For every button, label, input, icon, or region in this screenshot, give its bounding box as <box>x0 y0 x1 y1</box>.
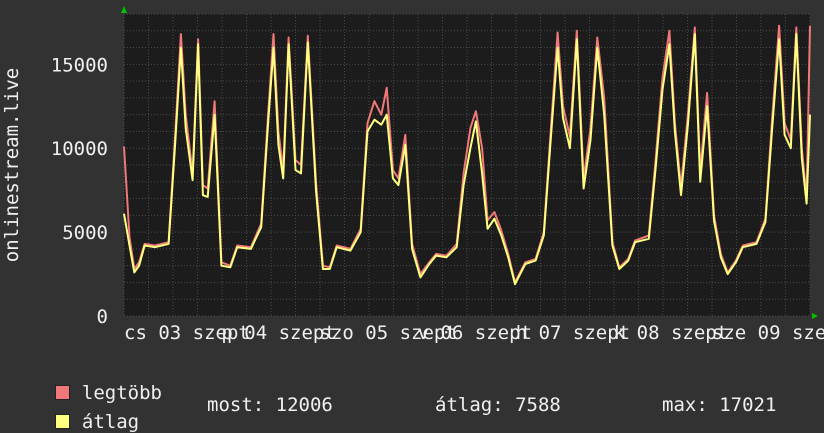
y-axis-label: onlinestream.live <box>1 68 23 262</box>
y-tick-label: 10000 <box>51 138 108 160</box>
x-axis-arrow-icon <box>812 313 818 319</box>
x-axis: cs 03 szeptp 04 szeptszo 05 szeptv 06 sz… <box>124 322 824 344</box>
y-tick-label: 0 <box>97 306 108 328</box>
chart: 0 5000 10000 15000 cs 03 szeptp 04 szeptszo… <box>1 6 824 344</box>
y-axis: 0 5000 10000 15000 <box>51 54 108 328</box>
legend-avg-swatch <box>54 414 70 429</box>
y-tick-label: 5000 <box>62 222 108 244</box>
stat-now: most: 12006 <box>207 394 333 416</box>
x-tick-label: sze 09 szept <box>712 322 824 344</box>
y-axis-arrow-icon <box>121 6 127 13</box>
y-tick-label: 15000 <box>51 54 108 76</box>
stat-average: átlag: 7588 <box>435 394 561 416</box>
legend-avg: átlag <box>32 394 139 432</box>
stat-max: max: 17021 <box>662 394 777 416</box>
